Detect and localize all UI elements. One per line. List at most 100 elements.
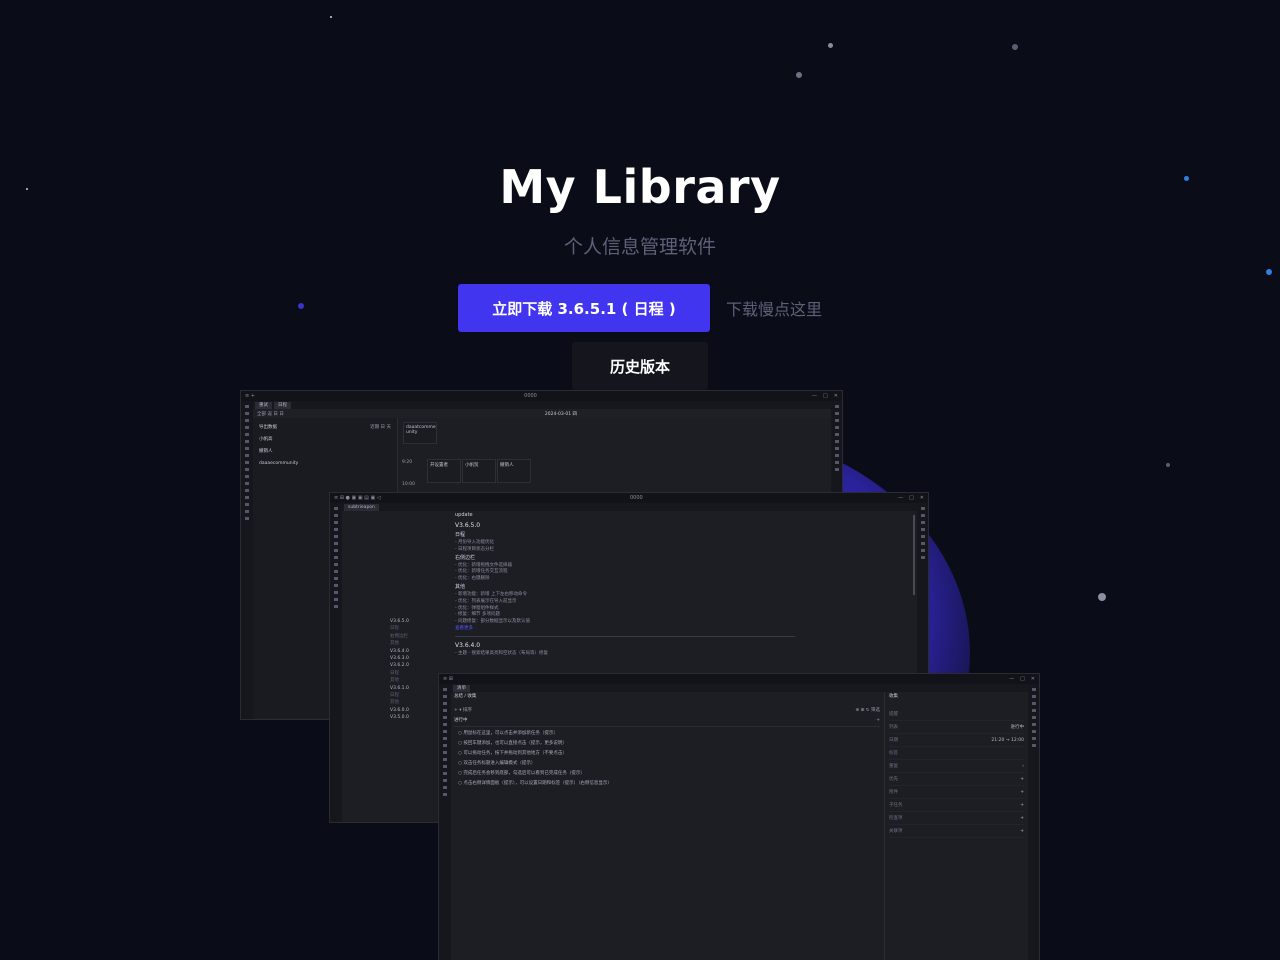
tab[interactable]: 清单 xyxy=(453,684,470,692)
window-title: 0000 xyxy=(629,495,643,501)
screenshot-tasks-window: ≡ ⊞ — □ ✕ 清单 总结 / 收集 + ▾ 排序 ⊕ ⊞ ↻ 筛选 进行中 + xyxy=(438,673,1040,960)
version-list-item[interactable]: V3.6.5.0 xyxy=(390,618,450,625)
list-header: 导出数据 xyxy=(259,424,277,430)
star-decoration xyxy=(1266,269,1272,275)
detail-value: 进行中 xyxy=(1010,725,1025,730)
detail-row[interactable]: 关联项 + xyxy=(889,825,1024,838)
filter-button[interactable]: ↻ 筛选 xyxy=(866,708,880,713)
add-icon[interactable]: + xyxy=(876,718,880,725)
version-list-item[interactable]: 右侧边栏 xyxy=(390,633,450,640)
star-decoration xyxy=(1166,463,1170,467)
star-decoration xyxy=(298,303,304,309)
calendar-event[interactable]: 小帆贸 xyxy=(462,459,496,483)
add-icon[interactable]: ⊕ xyxy=(855,708,859,713)
detail-label: 提醒 xyxy=(889,712,898,717)
tab-bar: 重试 日程 xyxy=(253,401,831,409)
scrollbar[interactable] xyxy=(913,515,915,595)
list-header-right: 近期 日 天 xyxy=(370,424,391,430)
panel-title: 收集 xyxy=(889,694,898,699)
tab-bar: 清单 xyxy=(451,684,1028,692)
detail-label: 检查项 xyxy=(889,816,903,821)
version-list-item[interactable]: 日程 xyxy=(390,625,450,632)
detail-value: + xyxy=(1020,776,1024,782)
view-switcher[interactable]: 全部 返 日 日 xyxy=(257,411,284,417)
update-notes: update V3.6.5.0 日程 - 月份导入功能优化 - 日程项目状态分栏… xyxy=(455,511,805,658)
detail-value: › xyxy=(1022,763,1024,769)
detail-row[interactable]: 子任务 + xyxy=(889,799,1024,812)
window-title: 0000 xyxy=(524,393,537,399)
slow-download-link[interactable]: 下载慢点这里 xyxy=(726,296,822,320)
detail-row[interactable]: 日期 21:20 → 12:00 xyxy=(889,734,1024,747)
window-titlebar: ≡ + 0000 — □ ✕ xyxy=(241,391,842,401)
group-title: 进行中 xyxy=(454,718,468,724)
star-decoration xyxy=(1098,593,1106,601)
group-header: 进行中 + xyxy=(454,717,880,727)
star-decoration xyxy=(796,72,802,78)
detail-row[interactable]: 标签 xyxy=(889,747,1024,760)
detail-row[interactable]: 列表 进行中 xyxy=(889,721,1024,734)
version-heading: V3.6.4.0 xyxy=(455,641,481,649)
note-item: - 新增功能：新增 上下左右移动命令 xyxy=(455,591,527,597)
note-item: - 主题 - 搜索结果高亮和空状态（布局等）修复 xyxy=(455,650,549,656)
task-list: ○ 用鼠标在这里，可以点击并添加新任务（提示） ○ 按回车键添加，也可以直接点击… xyxy=(454,727,880,789)
note-item: - 日程项目状态分栏 xyxy=(455,546,495,552)
detail-value: + xyxy=(1020,802,1024,808)
task-item[interactable]: ○ 按回车键添加，也可以直接点击（提示，更多说明） xyxy=(458,739,880,749)
version-heading: V3.6.5.0 xyxy=(455,522,481,529)
calendar-event[interactable]: 开设置者 xyxy=(427,459,461,483)
note-item: - 优化：列表展示在导入前显示 xyxy=(455,598,517,604)
task-item[interactable]: ○ 点击右侧详情面板（提示），可以设置日期和标签（提示）（右侧信息显示） xyxy=(458,779,880,789)
right-toolbar xyxy=(1028,684,1039,960)
detail-label: 附件 xyxy=(889,790,898,795)
star-decoration xyxy=(828,43,833,48)
left-toolbar xyxy=(439,684,451,960)
task-item[interactable]: ○ 双击任务标题进入编辑模式（提示） xyxy=(458,759,880,769)
task-toolbar: + ▾ 排序 ⊕ ⊞ ↻ 筛选 xyxy=(454,706,880,717)
time-label: 9:20 xyxy=(402,460,413,465)
tab-bar: subtrieapon xyxy=(342,503,917,511)
note-item: - 问题修复：部分数据显示以及默认值 xyxy=(455,619,531,625)
task-item[interactable]: ○ 用鼠标在这里，可以点击并添加新任务（提示） xyxy=(458,729,880,739)
detail-row[interactable]: 优先 + xyxy=(889,773,1024,786)
tab[interactable]: 日程 xyxy=(274,401,291,409)
calendar-event[interactable]: 撤销人 xyxy=(497,459,531,483)
tab[interactable]: 重试 xyxy=(255,401,272,409)
toolbar-icons: ≡ ⊞ ● ▣ ▣ ▤ ▣ ◁ xyxy=(334,495,381,501)
detail-value: + xyxy=(1020,815,1024,821)
list-item[interactable]: 小帆高 xyxy=(259,434,391,446)
task-item[interactable]: ○ 完成后任务会移到底部，勾选后可以看到已完成任务（提示） xyxy=(458,769,880,779)
note-item: - 月份导入功能优化 xyxy=(455,540,495,545)
history-versions-button[interactable]: 历史版本 xyxy=(572,342,708,390)
tab[interactable]: subtrieapon xyxy=(344,503,379,511)
more-link[interactable]: 查看更多 xyxy=(455,626,805,633)
version-list-item[interactable]: 其他 xyxy=(390,640,450,647)
version-list-item[interactable]: V3.6.3.0 xyxy=(390,655,450,662)
task-item[interactable]: ○ 可以拖动任务，按下并拖动到其他地方（不要点击） xyxy=(458,749,880,759)
detail-panel: 收集 提醒 列表 进行中 日期 21:20 → 12:00 标签 重复 › 优先 + 附件 + 子任务 +… xyxy=(884,692,1028,960)
detail-row[interactable]: 附件 + xyxy=(889,786,1024,799)
sort-button[interactable]: + ▾ 排序 xyxy=(454,708,472,715)
section-heading: 右侧边栏 xyxy=(455,554,476,561)
detail-row[interactable]: 提醒 xyxy=(889,708,1024,721)
version-list-item[interactable]: V3.6.2.0 xyxy=(390,662,450,669)
detail-label: 日期 xyxy=(889,738,898,743)
grid-icon[interactable]: ⊞ xyxy=(861,708,865,713)
task-panel: 总结 / 收集 + ▾ 排序 ⊕ ⊞ ↻ 筛选 进行中 + ○ 用鼠标在这里，可… xyxy=(451,692,883,960)
calendar-event[interactable]: daaatcomme unity xyxy=(403,422,437,444)
list-item[interactable]: daaaecommunity xyxy=(259,458,391,470)
menu-icon: ≡ ⊞ xyxy=(443,676,453,682)
page-title: My Library xyxy=(499,160,781,214)
divider xyxy=(455,635,795,637)
detail-value: + xyxy=(1020,828,1024,834)
note-item: - 优化：弹窗组件样式 xyxy=(455,605,499,611)
detail-label: 关联项 xyxy=(889,829,903,834)
star-decoration xyxy=(330,16,332,18)
list-item[interactable]: 撤销人 xyxy=(259,446,391,458)
detail-row[interactable]: 重复 › xyxy=(889,760,1024,773)
breadcrumb: 总结 / 收集 xyxy=(454,694,477,699)
detail-label: 标签 xyxy=(889,751,898,756)
download-button[interactable]: 立即下载 3.6.5.1 ( 日程 ) xyxy=(458,284,710,332)
detail-row[interactable]: 检查项 + xyxy=(889,812,1024,825)
time-label: 10:00 xyxy=(402,482,415,487)
version-list-item[interactable]: V3.6.4.0 xyxy=(390,648,450,655)
